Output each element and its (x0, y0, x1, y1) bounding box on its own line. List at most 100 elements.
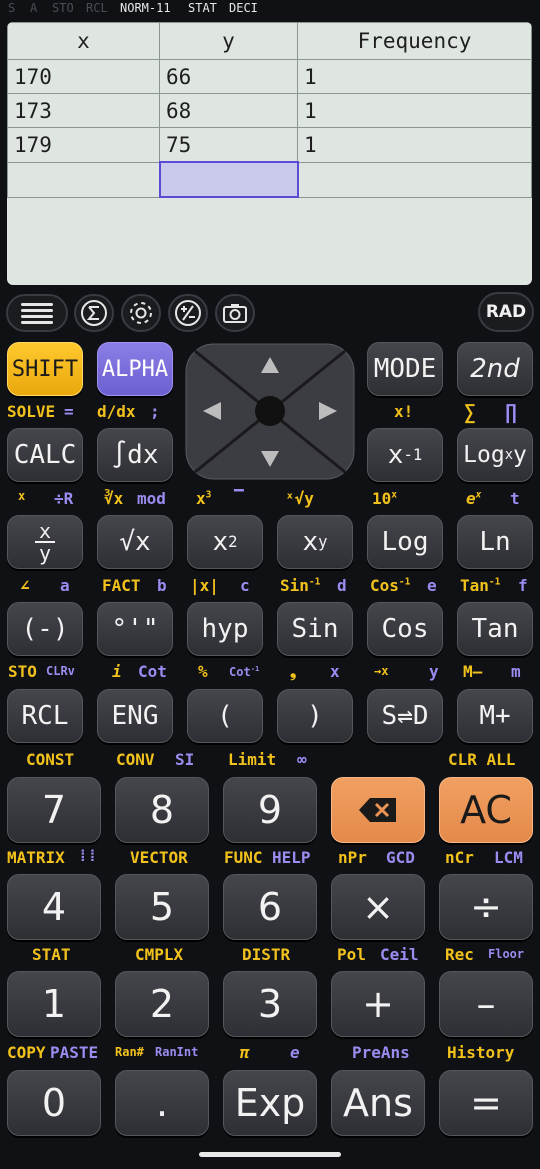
column-header-frequency: Frequency (297, 22, 532, 60)
exp-label-exponent: x (475, 489, 482, 501)
deci-indicator: DECI (229, 1, 258, 15)
ln-button[interactable]: Ln (457, 515, 533, 569)
mode-button[interactable]: MODE (367, 342, 443, 396)
fact-label: FACT (102, 576, 141, 595)
power-button[interactable]: xy (277, 515, 353, 569)
multiply-button[interactable]: × (331, 874, 425, 940)
asin-label-base: Sin (280, 576, 309, 595)
table-cell[interactable] (7, 161, 160, 198)
table-cell[interactable]: 179 (7, 127, 160, 163)
exp-label-base: e (466, 489, 476, 508)
table-header-row: x y Frequency (7, 22, 532, 60)
two-button[interactable]: 2 (115, 971, 209, 1037)
selected-cell[interactable] (158, 161, 299, 198)
table-cell[interactable]: 75 (159, 127, 298, 163)
six-button[interactable]: 6 (223, 874, 317, 940)
plus-minus-button[interactable] (168, 294, 208, 332)
settings-button[interactable] (121, 294, 161, 332)
fraction-button[interactable]: xy (7, 515, 83, 569)
cos-button[interactable]: Cos (367, 602, 443, 656)
sum-button[interactable] (74, 294, 114, 332)
preans-label: PreAns (352, 1043, 410, 1062)
equals-button[interactable]: = (439, 1070, 533, 1136)
fraction-denominator: y (38, 541, 52, 565)
plus-button[interactable]: + (331, 971, 425, 1037)
one-button[interactable]: 1 (7, 971, 101, 1037)
column-header-y: y (159, 22, 298, 60)
m-minus-label: M– (463, 662, 483, 681)
direction-pad (185, 343, 355, 480)
screenshot-button[interactable] (215, 294, 255, 332)
alpha-indicator: A (30, 1, 38, 15)
table-cell[interactable]: 1 (297, 59, 532, 94)
tan-button[interactable]: Tan (457, 602, 533, 656)
ac-button[interactable]: AC (439, 777, 533, 843)
f-label: f (518, 576, 528, 595)
inverse-button[interactable]: x -1 (367, 428, 443, 482)
ans-button[interactable]: Ans (331, 1070, 425, 1136)
asin-label: Sin-1 (280, 576, 320, 595)
table-cell[interactable]: 1 (297, 93, 532, 128)
percent-label: % (198, 662, 208, 681)
divide-button[interactable]: ÷ (439, 874, 533, 940)
negative-button[interactable]: (-) (7, 602, 83, 656)
calc-button[interactable]: CALC (7, 428, 83, 482)
ddx-label: d/dx (97, 402, 136, 421)
log-button[interactable]: Log (367, 515, 443, 569)
distr-label: DISTR (242, 945, 291, 964)
lcm-label: LCM (494, 848, 523, 867)
backspace-button[interactable] (331, 777, 425, 843)
eng-button[interactable]: ENG (97, 689, 173, 743)
minus-button[interactable]: – (439, 971, 533, 1037)
menu-button[interactable] (6, 294, 68, 332)
e-label: e (427, 576, 437, 595)
table-cell[interactable]: 1 (297, 127, 532, 163)
sqrt-button[interactable]: √x (97, 515, 173, 569)
three-button[interactable]: 3 (223, 971, 317, 1037)
eight-button[interactable]: 8 (115, 777, 209, 843)
acot-label-exponent: -1 (250, 664, 260, 673)
table-cell[interactable] (297, 161, 532, 198)
nine-button[interactable]: 9 (223, 777, 317, 843)
atan-label-base: Tan (460, 576, 489, 595)
solve-label: SOLVE (7, 402, 56, 421)
sin-button[interactable]: Sin (277, 602, 353, 656)
four-button[interactable]: 4 (7, 874, 101, 940)
logxy-arg: y (513, 442, 527, 468)
dpad-icon (185, 343, 355, 480)
cube-root-label: ∛x (104, 489, 124, 508)
s-d-button[interactable]: S⇌D (367, 689, 443, 743)
right-paren-button[interactable]: ) (277, 689, 353, 743)
dms-button[interactable]: °'" (97, 602, 173, 656)
table-cell[interactable]: 66 (159, 59, 298, 94)
seven-button[interactable]: 7 (7, 777, 101, 843)
m-plus-button[interactable]: M+ (457, 689, 533, 743)
square-button[interactable]: x2 (187, 515, 263, 569)
integral-button[interactable]: ∫dx (97, 428, 173, 482)
overbar-label: ▔ (234, 489, 244, 508)
clrv-label: CLRv (46, 664, 75, 678)
zero-button[interactable]: 0 (7, 1070, 101, 1136)
second-button[interactable]: 2nd (457, 342, 533, 396)
left-paren-button[interactable]: ( (187, 689, 263, 743)
exp-button[interactable]: Exp (223, 1070, 317, 1136)
table-cell[interactable]: 170 (7, 59, 160, 94)
logxy-button[interactable]: Log x y (457, 428, 533, 482)
table-cell[interactable]: 173 (7, 93, 160, 128)
home-indicator[interactable] (199, 1152, 341, 1157)
acot-label: Cot-1 (229, 664, 259, 679)
table-cell[interactable]: 68 (159, 93, 298, 128)
alpha-button[interactable]: ALPHA (97, 342, 173, 396)
cube-label-base: x (196, 489, 206, 508)
shift-button[interactable]: SHIFT (7, 342, 83, 396)
hyp-button[interactable]: hyp (187, 602, 263, 656)
ncr-label: nCr (445, 848, 474, 867)
angle-mode-button[interactable]: RAD (478, 292, 534, 332)
cot-label: Cot (138, 662, 167, 681)
five-button[interactable]: 5 (115, 874, 209, 940)
rcl-button[interactable]: RCL (7, 689, 83, 743)
table-row-empty (7, 161, 532, 198)
decimal-button[interactable]: . (115, 1070, 209, 1136)
matrix-grid-icon: ⁞⁞ (78, 846, 98, 865)
infinity-label: ∞ (297, 750, 307, 769)
